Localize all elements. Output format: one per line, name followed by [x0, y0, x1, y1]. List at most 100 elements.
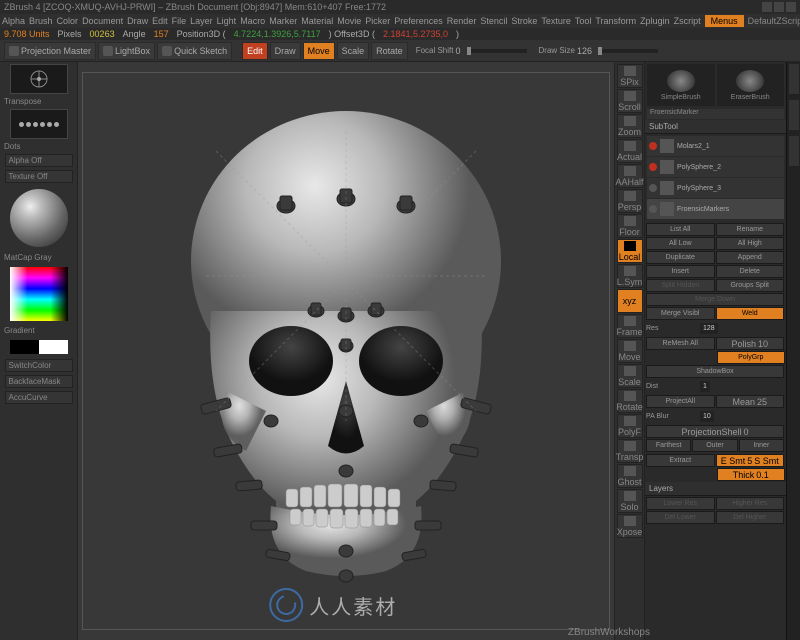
- groups-split-button[interactable]: Groups Split: [716, 279, 785, 292]
- esmt-field[interactable]: E Smt 5 S Smt: [716, 454, 785, 467]
- pablur-value[interactable]: 10: [700, 411, 714, 422]
- alpha-button[interactable]: Alpha Off: [5, 154, 73, 167]
- thick-field[interactable]: Thick 0.1: [717, 468, 786, 481]
- nav-transp[interactable]: Transp: [617, 439, 643, 463]
- dock-item[interactable]: [789, 100, 799, 130]
- nav-actual[interactable]: Actual: [617, 139, 643, 163]
- menu-edit[interactable]: Edit: [152, 16, 168, 26]
- nav-persp[interactable]: Persp: [617, 189, 643, 213]
- draw-size-slider[interactable]: [598, 49, 658, 53]
- res-value[interactable]: 128: [700, 323, 718, 334]
- nav-move[interactable]: Move: [617, 339, 643, 363]
- append-button[interactable]: Append: [716, 251, 785, 264]
- color-picker[interactable]: [10, 267, 68, 321]
- menu-stencil[interactable]: Stencil: [480, 16, 507, 26]
- menu-preferences[interactable]: Preferences: [394, 16, 443, 26]
- subtool-row-active[interactable]: FroensicMarkers: [647, 199, 784, 219]
- rotate-button[interactable]: Rotate: [371, 42, 408, 60]
- menu-marker[interactable]: Marker: [269, 16, 297, 26]
- all-low-button[interactable]: All Low: [646, 237, 715, 250]
- color-swatches[interactable]: [10, 340, 68, 354]
- del-higher-button[interactable]: Del Higher: [716, 511, 785, 524]
- delete-button[interactable]: Delete: [716, 265, 785, 278]
- draw-button[interactable]: Draw: [270, 42, 301, 60]
- del-lower-button[interactable]: Del Lower: [646, 511, 715, 524]
- menu-document[interactable]: Document: [82, 16, 123, 26]
- shadowbox-button[interactable]: ShadowBox: [646, 365, 784, 378]
- layers-header[interactable]: Layers: [645, 482, 786, 496]
- remesh-all-button[interactable]: ReMesh All: [646, 337, 715, 350]
- menu-light[interactable]: Light: [217, 16, 237, 26]
- nav-floor[interactable]: Floor: [617, 214, 643, 238]
- menu-tool[interactable]: Tool: [575, 16, 592, 26]
- menu-color[interactable]: Color: [57, 16, 79, 26]
- focal-shift-slider[interactable]: [467, 49, 527, 53]
- texture-button[interactable]: Texture Off: [5, 170, 73, 183]
- material-preview[interactable]: [10, 189, 68, 247]
- edit-button[interactable]: Edit: [242, 42, 268, 60]
- nav-local[interactable]: Local: [617, 239, 643, 263]
- mean-field[interactable]: Mean 25: [716, 395, 785, 408]
- polish-field[interactable]: Polish 10: [716, 337, 785, 350]
- nav-solo[interactable]: Solo: [617, 489, 643, 513]
- subtool-row[interactable]: Molars2_1: [647, 136, 784, 156]
- menu-stroke[interactable]: Stroke: [511, 16, 537, 26]
- close-button[interactable]: [786, 2, 796, 12]
- nav-xyz[interactable]: xyz: [617, 289, 643, 313]
- brush-simple[interactable]: SimpleBrush: [647, 64, 715, 106]
- menu-zplugin[interactable]: Zplugin: [640, 16, 670, 26]
- weld-button[interactable]: Weld: [716, 307, 785, 320]
- menu-movie[interactable]: Movie: [337, 16, 361, 26]
- menu-alpha[interactable]: Alpha: [2, 16, 25, 26]
- all-high-button[interactable]: All High: [716, 237, 785, 250]
- nav-xpose[interactable]: Xpose: [617, 514, 643, 538]
- default-zscript[interactable]: DefaultZScript: [748, 16, 800, 26]
- menu-transform[interactable]: Transform: [595, 16, 636, 26]
- menu-render[interactable]: Render: [447, 16, 477, 26]
- stroke-icon[interactable]: [10, 109, 68, 139]
- farthest-button[interactable]: Farthest: [646, 439, 691, 452]
- subtool-header[interactable]: SubTool: [645, 120, 786, 134]
- dist-value[interactable]: 1: [700, 381, 710, 392]
- brush-eraser[interactable]: EraserBrush: [717, 64, 785, 106]
- inner-button[interactable]: Inner: [739, 439, 784, 452]
- projshell-field[interactable]: ProjectionShell 0: [646, 425, 784, 438]
- projection-master-button[interactable]: Projection Master: [4, 42, 96, 60]
- menu-layer[interactable]: Layer: [190, 16, 213, 26]
- menu-material[interactable]: Material: [301, 16, 333, 26]
- scale-button[interactable]: Scale: [337, 42, 370, 60]
- extract-button[interactable]: Extract: [646, 454, 715, 467]
- switch-color-button[interactable]: SwitchColor: [5, 359, 73, 372]
- insert-button[interactable]: Insert: [646, 265, 715, 278]
- nav-aahalf[interactable]: AAHalf: [617, 164, 643, 188]
- nav-scale[interactable]: Scale: [617, 364, 643, 388]
- higher-res-button[interactable]: Higher Res: [716, 497, 785, 510]
- duplicate-button[interactable]: Duplicate: [646, 251, 715, 264]
- nav-ghost[interactable]: Ghost: [617, 464, 643, 488]
- accucurve-button[interactable]: AccuCurve: [5, 391, 73, 404]
- subtool-row[interactable]: PolySphere_3: [647, 178, 784, 198]
- move-button[interactable]: Move: [303, 42, 335, 60]
- maximize-button[interactable]: [774, 2, 784, 12]
- list-all-button[interactable]: List All: [646, 223, 715, 236]
- brush-mode-icon[interactable]: [10, 64, 68, 94]
- nav-polyf[interactable]: PolyF: [617, 414, 643, 438]
- lightbox-button[interactable]: LightBox: [98, 42, 155, 60]
- projectall-button[interactable]: ProjectAll: [646, 395, 715, 408]
- nav-scroll[interactable]: Scroll: [617, 89, 643, 113]
- merge-down-button[interactable]: Merge Down: [646, 293, 784, 306]
- menu-texture[interactable]: Texture: [541, 16, 571, 26]
- nav-lsym[interactable]: L.Sym: [617, 264, 643, 288]
- menu-brush[interactable]: Brush: [29, 16, 53, 26]
- menu-file[interactable]: File: [172, 16, 187, 26]
- menu-picker[interactable]: Picker: [365, 16, 390, 26]
- rename-button[interactable]: Rename: [716, 223, 785, 236]
- nav-zoom[interactable]: Zoom: [617, 114, 643, 138]
- polygrp-button[interactable]: PolyGrp: [717, 351, 786, 364]
- lower-res-button[interactable]: Lower Res: [646, 497, 715, 510]
- split-hidden-button[interactable]: Split Hidden: [646, 279, 715, 292]
- merge-visible-button[interactable]: Merge Visibl: [646, 307, 715, 320]
- menu-macro[interactable]: Macro: [240, 16, 265, 26]
- menus-toggle[interactable]: Menus: [705, 15, 744, 27]
- dock-item[interactable]: [789, 136, 799, 166]
